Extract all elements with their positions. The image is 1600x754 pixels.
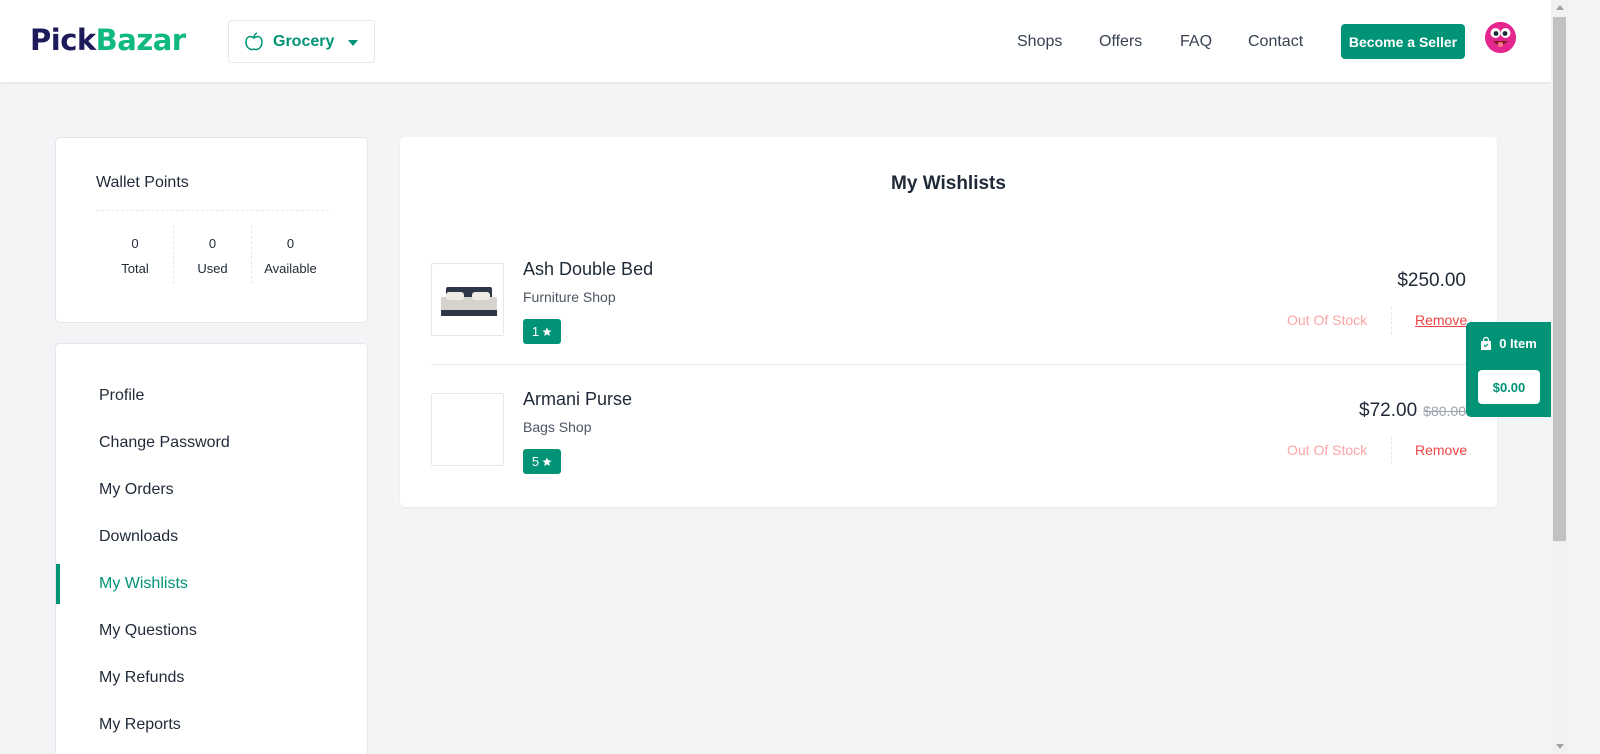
wallet-stat-label: Available — [264, 261, 317, 276]
stock-status: Out Of Stock — [1287, 442, 1368, 458]
page-scrollbar[interactable] — [1551, 0, 1568, 754]
menu-item-my-wishlists[interactable]: My Wishlists — [99, 575, 188, 593]
product-image[interactable] — [431, 263, 504, 336]
current-price: $250.00 — [1397, 270, 1466, 291]
cart-total[interactable]: $0.00 — [1478, 370, 1540, 404]
wallet-stat-total: 0 Total — [96, 226, 174, 284]
account-menu: Profile Change Password My Orders Downlo… — [55, 343, 368, 754]
wallet-stat-available: 0 Available — [251, 226, 329, 284]
wishlist-item: Ash Double Bed Furniture Shop 1 $250.00 … — [431, 235, 1467, 365]
original-price: $80.00 — [1423, 403, 1466, 419]
site-header: PickBazar Grocery Shops Offers FAQ Conta… — [0, 0, 1551, 82]
logo-text-pick: Pick — [30, 23, 96, 57]
avatar-icon — [1485, 22, 1516, 53]
product-price: $250.00 — [1397, 270, 1466, 292]
wallet-stat-value: 0 — [131, 236, 139, 251]
star-icon — [542, 327, 552, 336]
remove-button[interactable]: Remove — [1415, 442, 1467, 458]
wallet-points-card: Wallet Points 0 Total 0 Used 0 Available — [55, 137, 368, 323]
menu-item-change-password[interactable]: Change Password — [99, 434, 230, 452]
product-price: $72.00 $80.00 — [1359, 400, 1466, 422]
star-icon — [542, 457, 552, 466]
chevron-down-icon — [348, 40, 358, 46]
apple-icon — [245, 31, 263, 50]
cart-count-label: 0 Item — [1499, 336, 1537, 351]
product-name[interactable]: Ash Double Bed — [523, 259, 653, 280]
wallet-stat-label: Total — [121, 261, 149, 276]
wallet-divider — [96, 210, 329, 211]
action-divider — [1391, 307, 1392, 334]
shop-type-label: Grocery — [273, 32, 335, 50]
rating-badge: 1 — [523, 319, 561, 344]
menu-item-profile[interactable]: Profile — [99, 387, 144, 405]
menu-item-my-questions[interactable]: My Questions — [99, 622, 197, 640]
wishlist-card: My Wishlists Ash Double Bed Furniture Sh… — [400, 137, 1497, 507]
current-price: $72.00 — [1359, 400, 1418, 421]
product-name[interactable]: Armani Purse — [523, 389, 632, 410]
shopping-bag-icon — [1481, 336, 1492, 350]
cart-count: 0 Item — [1466, 336, 1551, 351]
wallet-stat-value: 0 — [208, 236, 217, 251]
product-shop: Furniture Shop — [523, 289, 616, 305]
scroll-up-icon[interactable] — [1556, 5, 1564, 10]
remove-button[interactable]: Remove — [1415, 312, 1467, 328]
menu-item-my-reports[interactable]: My Reports — [99, 716, 181, 734]
site-logo[interactable]: PickBazar — [30, 23, 186, 57]
wallet-title: Wallet Points — [96, 174, 189, 191]
wishlist-item: Armani Purse Bags Shop 5 $72.00 $80.00 Ou… — [431, 365, 1467, 495]
wallet-stat-used: 0 Used — [173, 226, 251, 284]
menu-item-my-refunds[interactable]: My Refunds — [99, 669, 184, 687]
scroll-down-icon[interactable] — [1556, 744, 1564, 749]
action-divider — [1391, 437, 1392, 464]
bed-image — [432, 264, 503, 335]
active-indicator — [56, 564, 60, 604]
stock-status: Out Of Stock — [1287, 312, 1368, 328]
become-seller-button[interactable]: Become a Seller — [1341, 24, 1465, 59]
product-shop: Bags Shop — [523, 419, 592, 435]
nav-faq[interactable]: FAQ — [1180, 33, 1212, 51]
avatar[interactable] — [1485, 22, 1516, 53]
logo-text-bazar: Bazar — [95, 23, 186, 57]
rating-value: 1 — [531, 324, 540, 339]
nav-contact[interactable]: Contact — [1248, 33, 1303, 51]
rating-value: 5 — [531, 454, 540, 469]
nav-offers[interactable]: Offers — [1099, 33, 1142, 51]
page-title: My Wishlists — [891, 173, 1006, 194]
product-image[interactable] — [431, 393, 504, 466]
rating-badge: 5 — [523, 449, 561, 474]
nav-shops[interactable]: Shops — [1017, 33, 1062, 51]
wallet-stat-label: Used — [197, 261, 228, 276]
menu-item-downloads[interactable]: Downloads — [99, 528, 178, 546]
scrollbar-thumb[interactable] — [1553, 17, 1566, 541]
floating-cart[interactable]: 0 Item $0.00 — [1466, 322, 1551, 417]
menu-item-my-orders[interactable]: My Orders — [99, 481, 174, 499]
wallet-stat-value: 0 — [286, 236, 295, 251]
shop-type-dropdown[interactable]: Grocery — [228, 20, 375, 63]
